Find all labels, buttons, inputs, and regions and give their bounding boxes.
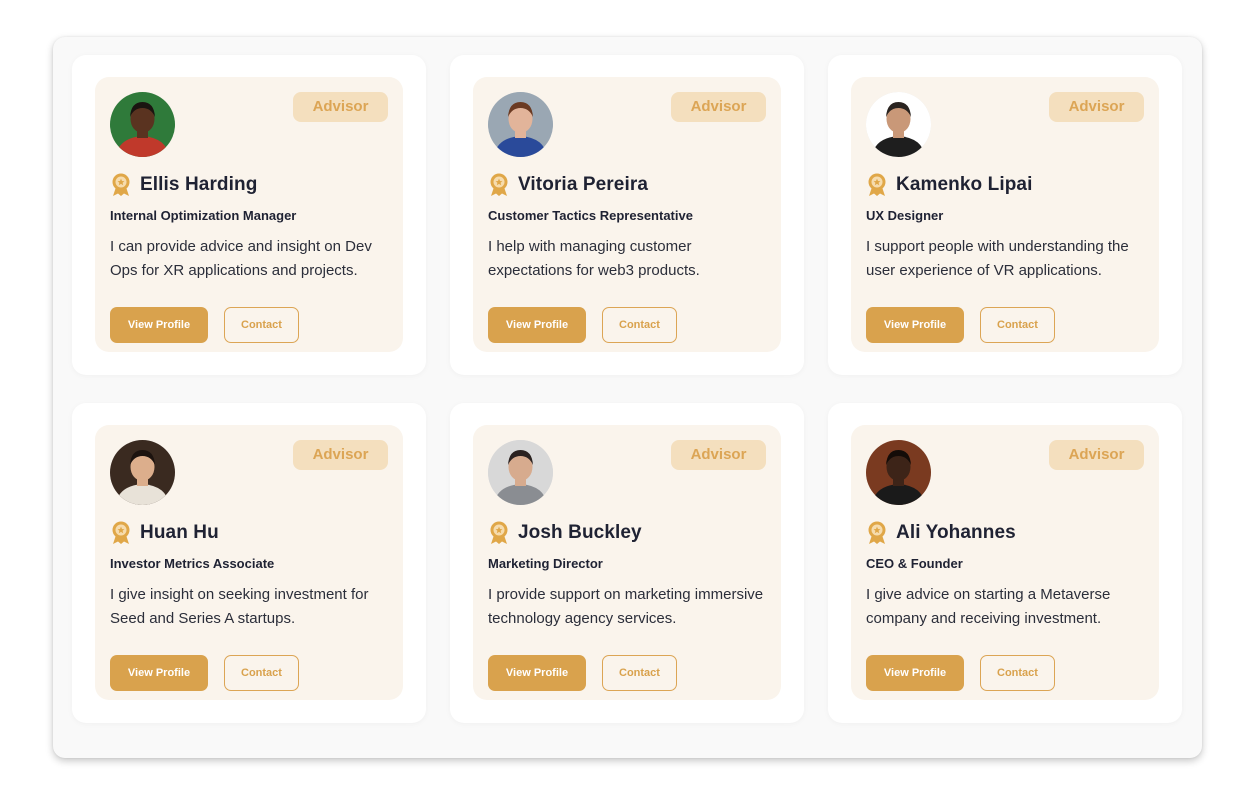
name-row: Huan Hu — [110, 520, 219, 546]
name-row: Kamenko Lipai — [866, 172, 1032, 198]
advisor-description: I give advice on starting a Metaverse co… — [866, 586, 1111, 627]
advisor-role: UX Designer — [866, 208, 944, 223]
contact-button[interactable]: Contact — [980, 307, 1055, 343]
name-row: Josh Buckley — [488, 520, 642, 546]
advisor-card-wrapper: Advisor Ellis Harding Internal Optimizat… — [72, 55, 426, 375]
advisor-card: Advisor Josh Buckley Marketing Director … — [473, 425, 781, 700]
avatar[interactable] — [866, 92, 931, 157]
advisor-role: Customer Tactics Representative — [488, 208, 693, 223]
avatar[interactable] — [488, 440, 553, 505]
view-profile-button[interactable]: View Profile — [110, 307, 208, 343]
advisor-badge: Advisor — [671, 440, 766, 470]
contact-button[interactable]: Contact — [602, 655, 677, 691]
advisor-description: I can provide advice and insight on Dev … — [110, 238, 372, 279]
advisor-description: I support people with understanding the … — [866, 238, 1129, 279]
medal-icon — [110, 173, 132, 197]
contact-button[interactable]: Contact — [602, 307, 677, 343]
avatar[interactable] — [488, 92, 553, 157]
advisor-card-wrapper: Advisor Ali Yohannes CEO & Founder I giv… — [828, 403, 1182, 723]
advisor-card: Advisor Kamenko Lipai UX Designer I supp… — [851, 77, 1159, 352]
advisor-description: I give insight on seeking investment for… — [110, 586, 369, 627]
advisor-badge: Advisor — [293, 92, 388, 122]
advisors-panel: Advisor Ellis Harding Internal Optimizat… — [53, 37, 1202, 758]
advisor-name: Ellis Harding — [140, 174, 258, 195]
advisor-description: I provide support on marketing immersive… — [488, 586, 764, 627]
advisor-grid: Advisor Ellis Harding Internal Optimizat… — [72, 55, 1182, 723]
advisor-name: Vitoria Pereira — [518, 174, 649, 195]
advisor-badge: Advisor — [1049, 92, 1144, 122]
advisor-card-wrapper: Advisor Kamenko Lipai UX Designer I supp… — [828, 55, 1182, 375]
medal-icon — [110, 521, 132, 545]
advisor-role: CEO & Founder — [866, 556, 963, 571]
view-profile-button[interactable]: View Profile — [110, 655, 208, 691]
advisor-name: Huan Hu — [140, 522, 219, 543]
medal-icon — [488, 173, 510, 197]
advisor-name: Kamenko Lipai — [896, 174, 1033, 195]
advisor-description: I help with managing customer expectatio… — [488, 238, 700, 279]
view-profile-button[interactable]: View Profile — [866, 655, 964, 691]
view-profile-button[interactable]: View Profile — [488, 655, 586, 691]
advisor-card: Advisor Vitoria Pereira Customer Tactics… — [473, 77, 781, 352]
avatar[interactable] — [110, 92, 175, 157]
contact-button[interactable]: Contact — [224, 307, 299, 343]
advisor-badge: Advisor — [671, 92, 766, 122]
advisor-name: Josh Buckley — [518, 522, 642, 543]
advisor-role: Marketing Director — [488, 556, 603, 571]
avatar[interactable] — [110, 440, 175, 505]
advisor-badge: Advisor — [293, 440, 388, 470]
advisor-card-wrapper: Advisor Vitoria Pereira Customer Tactics… — [450, 55, 804, 375]
medal-icon — [866, 521, 888, 545]
name-row: Ali Yohannes — [866, 520, 1016, 546]
advisor-name: Ali Yohannes — [896, 522, 1016, 543]
name-row: Ellis Harding — [110, 172, 257, 198]
advisor-role: Internal Optimization Manager — [110, 208, 297, 223]
medal-icon — [866, 173, 888, 197]
advisor-role: Investor Metrics Associate — [110, 556, 275, 571]
advisor-card-wrapper: Advisor Huan Hu Investor Metrics Associa… — [72, 403, 426, 723]
advisor-card: Advisor Ellis Harding Internal Optimizat… — [95, 77, 403, 352]
advisor-card: Advisor Huan Hu Investor Metrics Associa… — [95, 425, 403, 700]
advisor-badge: Advisor — [1049, 440, 1144, 470]
avatar[interactable] — [866, 440, 931, 505]
contact-button[interactable]: Contact — [224, 655, 299, 691]
name-row: Vitoria Pereira — [488, 172, 648, 198]
view-profile-button[interactable]: View Profile — [866, 307, 964, 343]
medal-icon — [488, 521, 510, 545]
advisor-card-wrapper: Advisor Josh Buckley Marketing Director … — [450, 403, 804, 723]
advisor-card: Advisor Ali Yohannes CEO & Founder I giv… — [851, 425, 1159, 700]
view-profile-button[interactable]: View Profile — [488, 307, 586, 343]
contact-button[interactable]: Contact — [980, 655, 1055, 691]
